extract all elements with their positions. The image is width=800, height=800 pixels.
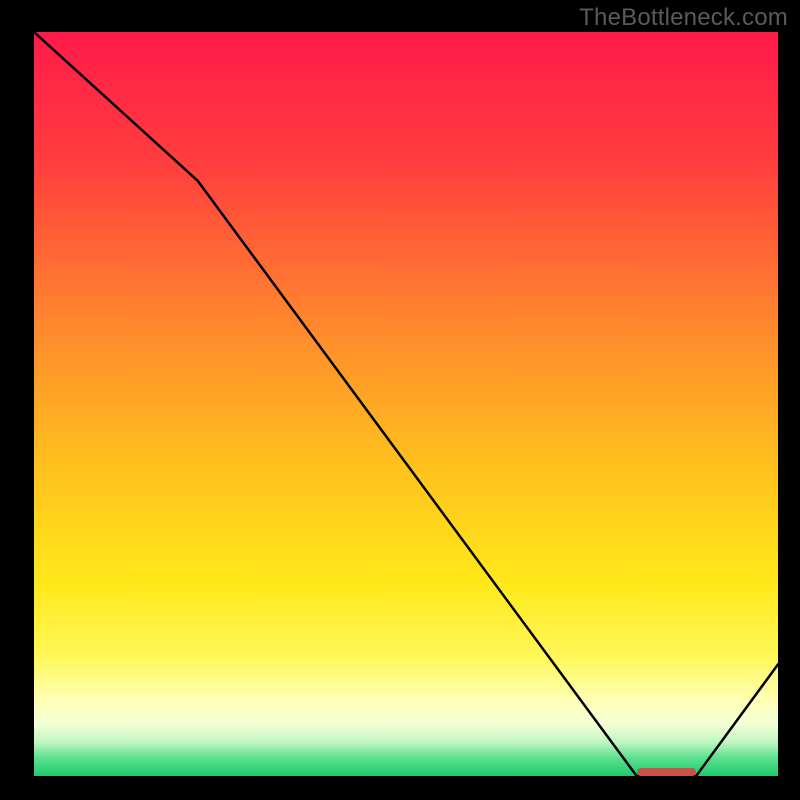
plot-area <box>34 32 778 776</box>
watermark-text: TheBottleneck.com <box>579 4 788 32</box>
optimum-marker <box>637 768 697 776</box>
chart-container: TheBottleneck.com <box>0 0 800 800</box>
bottleneck-curve <box>34 32 778 776</box>
